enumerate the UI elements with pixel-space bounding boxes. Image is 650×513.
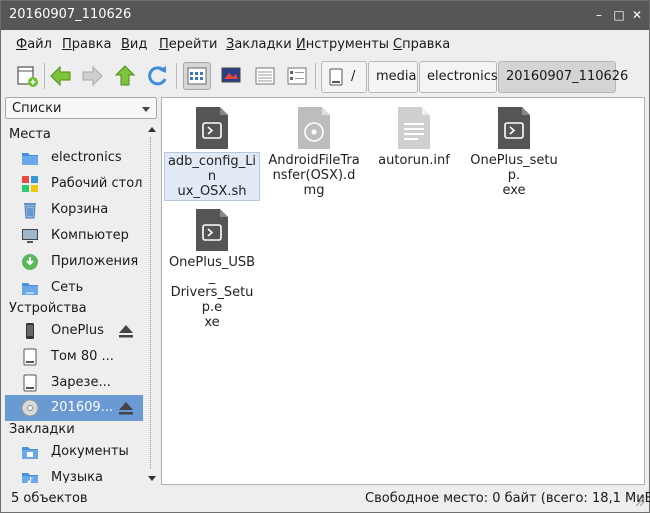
menu-bar: Файл Правка Вид Перейти Закладки Инструм… bbox=[1, 34, 649, 56]
minimize-button[interactable]: – bbox=[591, 7, 607, 23]
place-trash[interactable]: Корзина bbox=[5, 197, 143, 223]
place-network[interactable]: Сеть bbox=[5, 275, 143, 301]
device-oneplus[interactable]: OnePlus bbox=[5, 318, 143, 344]
device-reserved[interactable]: Зарезе... bbox=[5, 370, 143, 396]
view-icons-button[interactable] bbox=[183, 62, 211, 90]
side-panel-mode-select[interactable]: Списки bbox=[5, 97, 157, 119]
applications-icon bbox=[22, 254, 38, 270]
detail-view-icon bbox=[287, 67, 307, 85]
view-compact-button[interactable] bbox=[251, 62, 279, 90]
menu-help[interactable]: Справка bbox=[393, 37, 450, 52]
place-applications[interactable]: Приложения bbox=[5, 249, 143, 275]
breadcrumb-media[interactable]: media bbox=[368, 61, 418, 93]
maximize-button[interactable]: □ bbox=[611, 7, 627, 23]
drive-icon bbox=[23, 348, 37, 366]
file-item[interactable]: adb_config_Lin ux_OSX.sh bbox=[164, 102, 260, 201]
view-details-button[interactable] bbox=[283, 62, 311, 90]
scroll-down-icon[interactable] bbox=[148, 476, 156, 481]
script-icon bbox=[196, 107, 228, 149]
item-count: 5 объектов bbox=[11, 491, 88, 506]
new-tab-icon bbox=[17, 66, 38, 87]
place-computer[interactable]: Компьютер bbox=[5, 223, 143, 249]
eject-icon[interactable] bbox=[117, 323, 135, 339]
forward-button[interactable] bbox=[78, 62, 106, 90]
title-bar[interactable]: 20160907_110626 – □ ✕ bbox=[1, 1, 649, 30]
reload-button[interactable] bbox=[143, 62, 171, 90]
menu-bookmarks[interactable]: Закладки bbox=[226, 37, 292, 52]
section-devices: Устройства bbox=[9, 301, 87, 316]
menu-go[interactable]: Перейти bbox=[159, 37, 218, 52]
file-item[interactable]: OnePlus_USB_ Drivers_Setup.e xe bbox=[164, 204, 260, 330]
scroll-track[interactable] bbox=[150, 137, 151, 469]
network-folder-icon bbox=[22, 283, 38, 295]
file-view[interactable]: adb_config_Lin ux_OSX.sh AndroidFileTra ns… bbox=[161, 97, 645, 485]
breadcrumb-electronics[interactable]: electronics bbox=[419, 61, 498, 93]
side-panel: Списки Места electronics Рабочий стол Ко… bbox=[5, 97, 157, 485]
view-thumbnails-button[interactable] bbox=[217, 62, 245, 90]
resize-grip-icon[interactable] bbox=[635, 497, 645, 507]
window-title: 20160907_110626 bbox=[9, 7, 132, 22]
folder-documents-icon bbox=[22, 447, 38, 459]
toolbar-separator bbox=[315, 63, 316, 89]
folder-home-icon bbox=[22, 153, 38, 165]
place-desktop[interactable]: Рабочий стол bbox=[5, 171, 143, 197]
minimize-icon: – bbox=[596, 8, 602, 22]
bookmark-documents[interactable]: Документы bbox=[5, 439, 143, 465]
maximize-icon: □ bbox=[613, 8, 625, 22]
bookmark-music[interactable]: Музыка bbox=[5, 465, 143, 483]
menu-edit[interactable]: Правка bbox=[62, 37, 111, 52]
back-button[interactable] bbox=[47, 62, 75, 90]
chevron-down-icon bbox=[142, 107, 150, 112]
drive-icon bbox=[23, 374, 37, 392]
eject-icon[interactable] bbox=[117, 400, 135, 416]
folder-music-icon bbox=[22, 473, 38, 483]
breadcrumb-root[interactable]: / bbox=[321, 61, 367, 93]
executable-icon bbox=[498, 107, 530, 149]
file-item[interactable]: OnePlus_setup. exe bbox=[466, 102, 562, 198]
disk-image-icon bbox=[298, 107, 330, 149]
section-bookmarks: Закладки bbox=[9, 422, 75, 437]
back-arrow-icon bbox=[50, 65, 71, 87]
up-arrow-icon bbox=[114, 65, 136, 86]
device-volume-80[interactable]: Том 80 ... bbox=[5, 344, 143, 370]
optical-disc-icon bbox=[21, 399, 39, 417]
file-manager-window: 20160907_110626 – □ ✕ Файл Правка Вид Пе… bbox=[0, 0, 650, 513]
drive-icon bbox=[329, 68, 343, 86]
menu-view[interactable]: Вид bbox=[121, 37, 147, 52]
new-tab-button[interactable] bbox=[13, 62, 41, 90]
places-list: Места electronics Рабочий стол Корзина К… bbox=[5, 123, 145, 483]
scroll-up-icon[interactable] bbox=[148, 127, 156, 132]
thumbnail-view-icon bbox=[221, 67, 241, 83]
icon-view-icon bbox=[187, 67, 207, 85]
device-optical-disc[interactable]: 201609... bbox=[5, 395, 143, 421]
free-space: Свободное место: 0 байт (всего: 18,1 МиБ… bbox=[365, 491, 650, 506]
toolbar-separator bbox=[176, 63, 177, 89]
section-places: Места bbox=[9, 127, 51, 142]
toolbar: / media electronics 20160907_110626 bbox=[1, 59, 649, 95]
reload-icon bbox=[148, 66, 167, 86]
status-bar: 5 объектов Свободное место: 0 байт (всег… bbox=[1, 487, 650, 511]
menu-file[interactable]: Файл bbox=[16, 37, 52, 52]
desktop-icon bbox=[22, 176, 38, 192]
executable-icon bbox=[196, 209, 228, 251]
menu-tools[interactable]: Инструменты bbox=[296, 37, 389, 52]
close-button[interactable]: ✕ bbox=[629, 7, 645, 23]
text-file-icon bbox=[398, 107, 430, 149]
forward-arrow-icon bbox=[82, 65, 103, 87]
place-electronics[interactable]: electronics bbox=[5, 145, 143, 171]
file-item[interactable]: AndroidFileTra nsfer(OSX).dmg bbox=[266, 102, 362, 198]
computer-icon bbox=[22, 229, 38, 243]
trash-icon bbox=[24, 203, 36, 219]
file-item[interactable]: autorun.inf bbox=[366, 102, 462, 192]
phone-icon bbox=[26, 323, 34, 339]
breadcrumb-current[interactable]: 20160907_110626 bbox=[498, 61, 628, 93]
up-button[interactable] bbox=[111, 62, 139, 90]
compact-view-icon bbox=[255, 67, 275, 85]
side-panel-scrollbar[interactable] bbox=[146, 123, 158, 485]
close-icon: ✕ bbox=[631, 8, 643, 22]
toolbar-separator bbox=[44, 63, 45, 89]
